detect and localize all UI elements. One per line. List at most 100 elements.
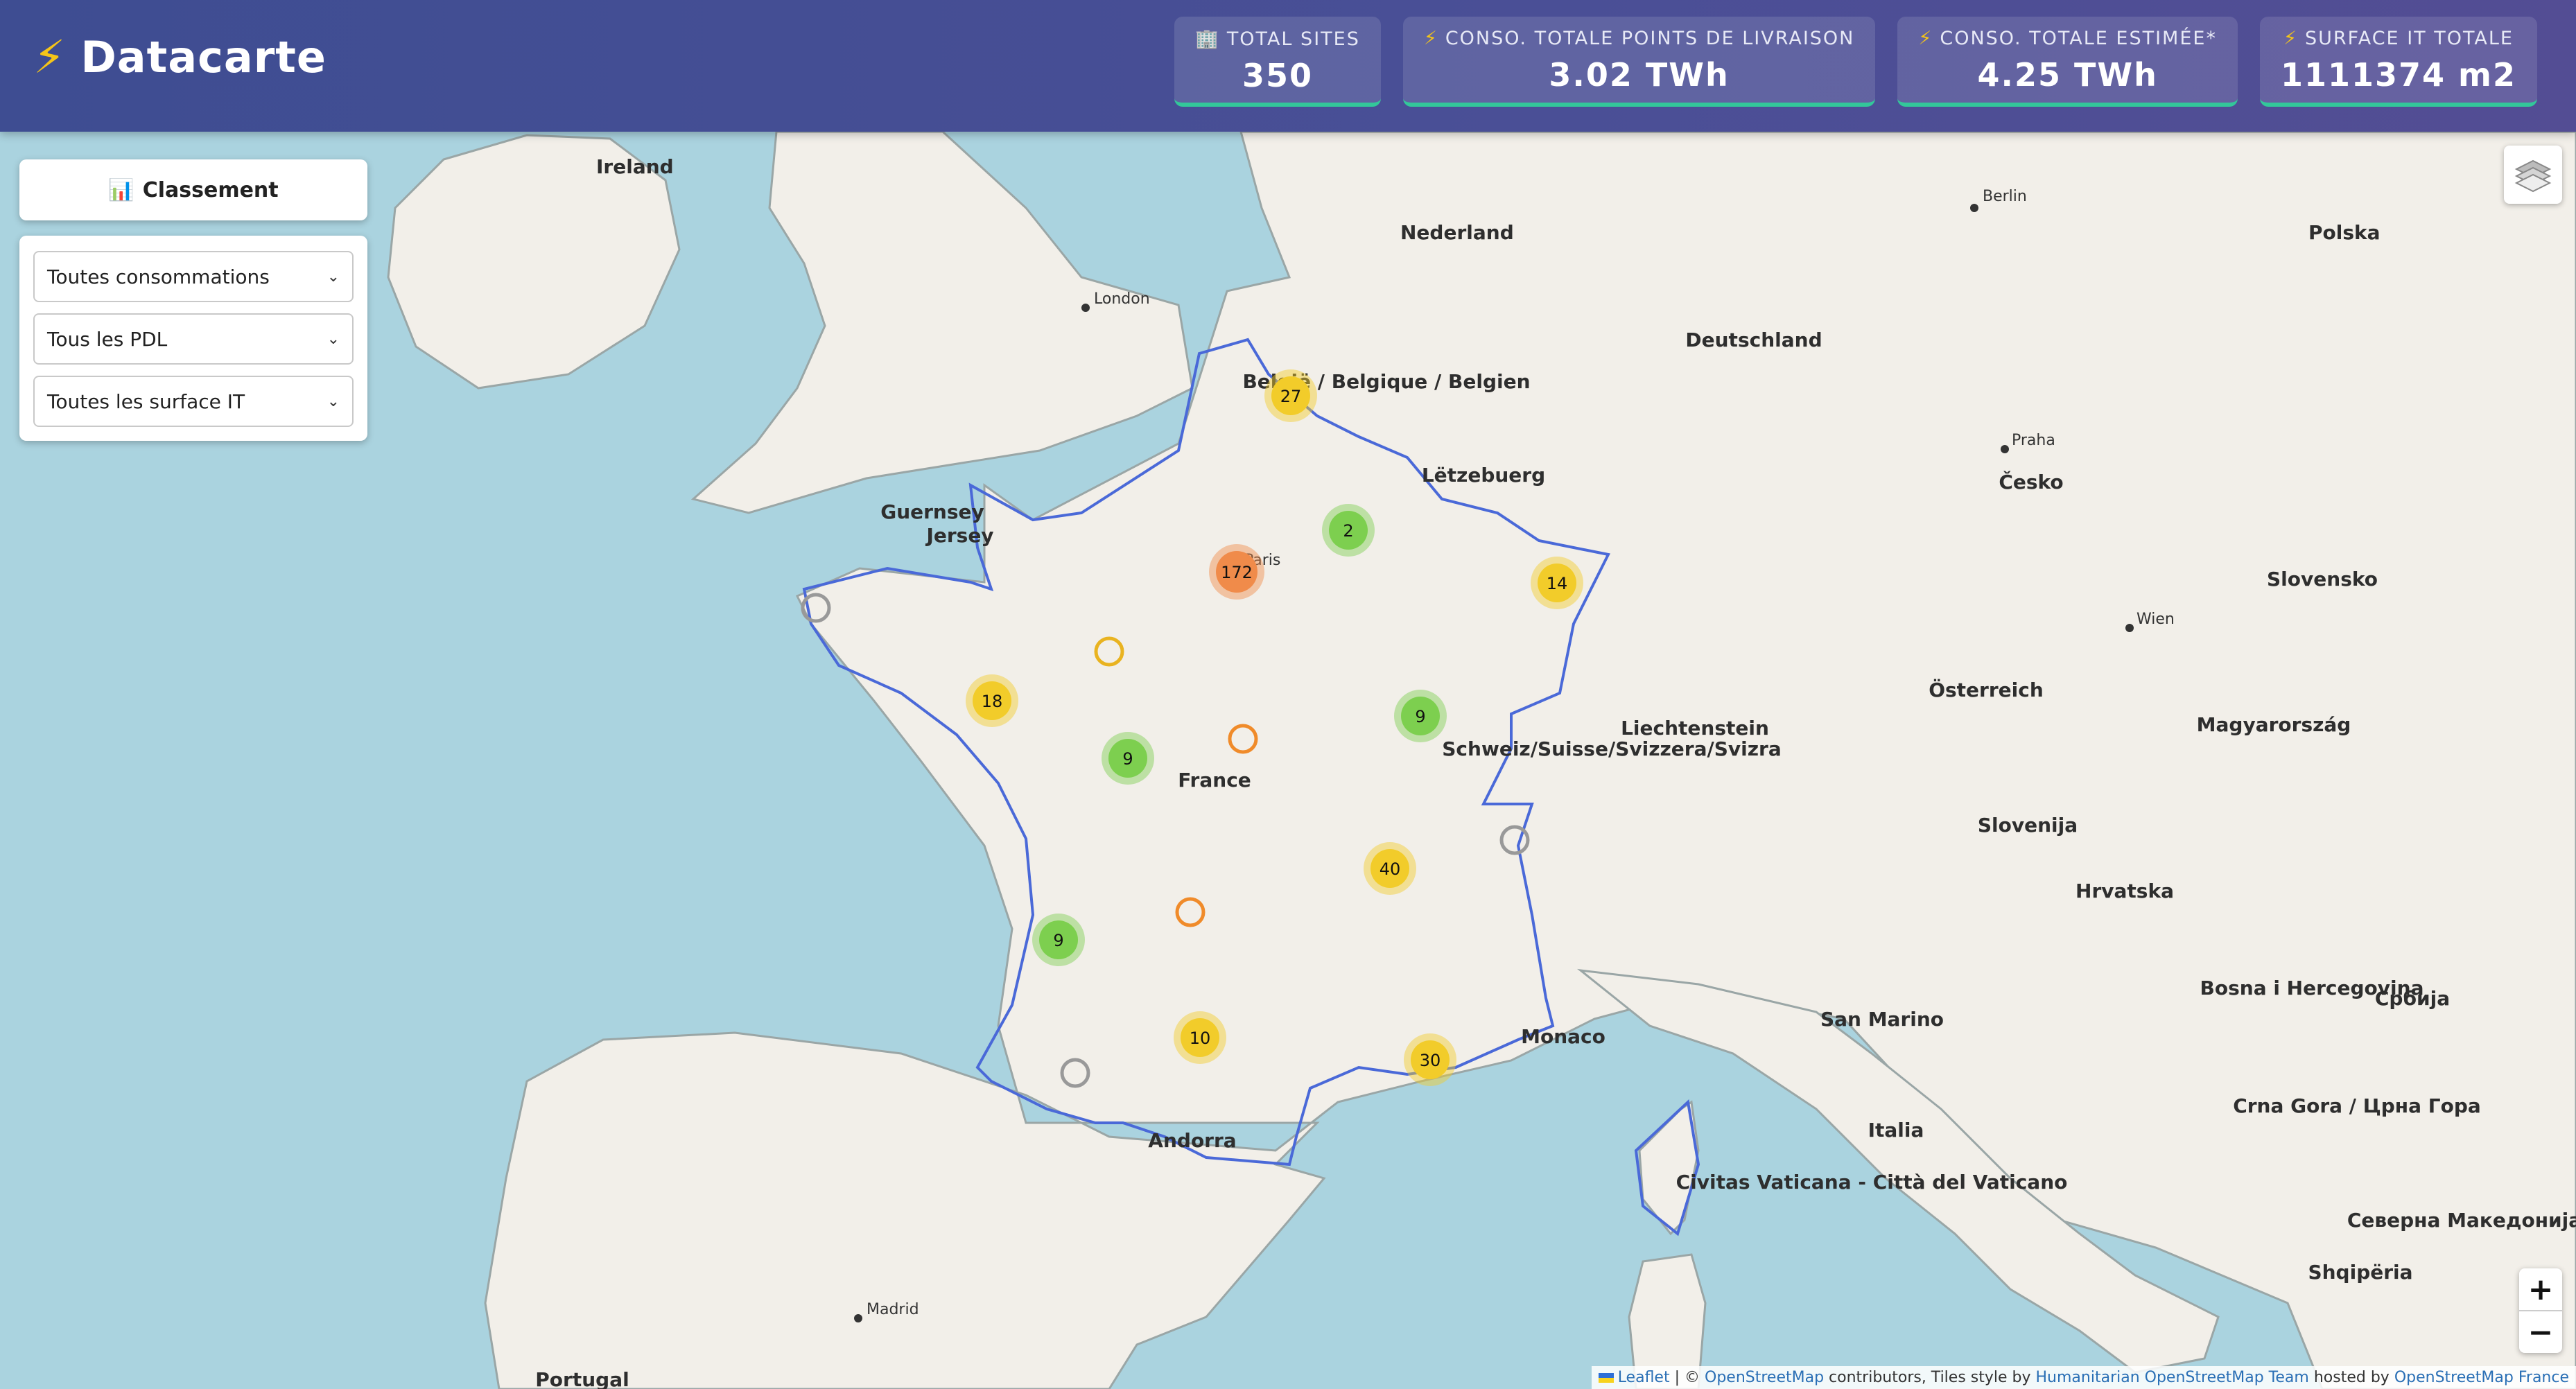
site-cluster[interactable]: 10 [1174, 1011, 1226, 1064]
site-cluster[interactable]: 9 [1394, 690, 1447, 742]
zoom-in-button[interactable]: + [2519, 1268, 2562, 1310]
label-nederland: Nederland [1400, 221, 1514, 244]
label-italia: Italia [1868, 1119, 1924, 1142]
label-schweiz: Schweiz/Suisse/Svizzera/Svizra [1442, 737, 1781, 760]
label-deutschland: Deutschland [1685, 329, 1822, 351]
label-liechtenstein: Liechtenstein [1621, 717, 1769, 740]
surface-it-filter-select[interactable]: Toutes les surface IT ⌄ [33, 376, 354, 427]
svg-text:27: 27 [1280, 387, 1302, 406]
svg-text:Praha: Praha [2012, 432, 2055, 449]
label-guernsey: Guernsey [880, 500, 984, 523]
label-letzebuerg: Lëtzebuerg [1422, 464, 1545, 487]
zoom-out-button[interactable]: − [2519, 1310, 2562, 1353]
chevron-down-icon: ⌄ [327, 268, 340, 286]
label-shqiperia: Shqipëria [2308, 1261, 2412, 1284]
svg-text:10: 10 [1190, 1029, 1211, 1048]
svg-text:London: London [1094, 290, 1150, 308]
label-polska: Polska [2308, 221, 2381, 244]
label-cesko: Česko [1999, 470, 2063, 493]
building-icon: 🏢 [1195, 28, 1220, 50]
layers-icon [2514, 159, 2552, 193]
layers-control[interactable] [2504, 146, 2562, 204]
leaflet-link[interactable]: Leaflet [1618, 1369, 1670, 1386]
osm-france-link[interactable]: OpenStreetMap France [2394, 1369, 2569, 1386]
svg-text:Madrid: Madrid [867, 1301, 919, 1318]
stat-value: 350 [1242, 57, 1314, 94]
stat-label: SURFACE IT TOTALE [2304, 28, 2514, 49]
chevron-down-icon: ⌄ [327, 392, 340, 410]
stat-value: 4.25 TWh [1977, 56, 2158, 94]
stat-surface-it: ⚡ SURFACE IT TOTALE 1111374 m2 [2259, 17, 2537, 107]
bolt-icon: ⚡ [1918, 28, 1933, 49]
stat-value: 3.02 TWh [1549, 56, 1730, 94]
bolt-icon: ⚡ [33, 30, 66, 84]
app-title: Datacarte [80, 32, 327, 82]
bolt-icon: ⚡ [1423, 28, 1438, 49]
site-cluster[interactable]: 30 [1404, 1033, 1456, 1086]
svg-text:40: 40 [1380, 859, 1401, 879]
label-slovenija: Slovenija [1978, 814, 2078, 837]
label-makedonija: Северна Македонија [2347, 1209, 2576, 1232]
label-andorra: Andorra [1148, 1129, 1236, 1152]
label-crna-gora: Crna Gora / Црна Гора [2233, 1094, 2481, 1117]
stat-label: CONSO. TOTALE POINTS DE LIVRAISON [1445, 28, 1855, 49]
select-value: Tous les PDL [47, 327, 168, 351]
stat-label: TOTAL SITES [1226, 28, 1360, 50]
site-cluster[interactable]: 9 [1102, 732, 1154, 785]
site-cluster[interactable]: 2 [1322, 504, 1375, 557]
svg-text:172: 172 [1221, 563, 1253, 582]
map-attribution: Leaflet | © OpenStreetMap contributors, … [1591, 1366, 2576, 1389]
site-cluster[interactable]: 9 [1032, 914, 1085, 966]
bar-chart-icon: 📊 [108, 177, 134, 202]
label-srbija: Србија [2375, 987, 2450, 1010]
hot-link[interactable]: Humanitarian OpenStreetMap Team [2036, 1369, 2309, 1386]
stat-conso-estimee: ⚡ CONSO. TOTALE ESTIMÉE* 4.25 TWh [1897, 17, 2238, 107]
stat-value: 1111374 m2 [2280, 56, 2516, 94]
svg-text:2: 2 [1343, 521, 1353, 541]
label-vaticano: Civitas Vaticana - Città del Vaticano [1676, 1171, 2068, 1194]
svg-text:9: 9 [1415, 707, 1425, 726]
label-magyarorszag: Magyarország [2197, 713, 2351, 736]
site-cluster[interactable]: 172 [1209, 544, 1264, 600]
ranking-label: Classement [142, 177, 279, 202]
svg-text:18: 18 [982, 692, 1003, 711]
zoom-control: + − [2519, 1268, 2562, 1353]
svg-text:Berlin: Berlin [1983, 188, 2027, 205]
map-canvas[interactable]: Ireland Nederland België / Belgique / Be… [0, 0, 2576, 1389]
svg-text:Wien: Wien [2136, 611, 2175, 628]
stat-label: CONSO. TOTALE ESTIMÉE* [1940, 28, 2217, 49]
select-value: Toutes les surface IT [47, 390, 245, 413]
site-cluster[interactable]: 27 [1264, 369, 1317, 422]
site-cluster[interactable]: 18 [966, 674, 1018, 727]
label-san-marino: San Marino [1820, 1008, 1944, 1031]
filters-panel: Toutes consommations ⌄ Tous les PDL ⌄ To… [19, 236, 367, 441]
ukraine-flag-icon [1598, 1373, 1614, 1383]
label-hrvatska: Hrvatska [2075, 880, 2174, 902]
label-ireland: Ireland [596, 155, 674, 178]
stat-conso-pdl: ⚡ CONSO. TOTALE POINTS DE LIVRAISON 3.02 … [1402, 17, 1876, 107]
svg-text:9: 9 [1122, 749, 1133, 769]
label-jersey: Jersey [925, 524, 993, 547]
brand[interactable]: ⚡ Datacarte [33, 32, 327, 82]
chevron-down-icon: ⌄ [327, 330, 340, 348]
ranking-button[interactable]: 📊 Classement [19, 159, 367, 220]
svg-text:9: 9 [1053, 931, 1063, 950]
svg-text:14: 14 [1547, 574, 1568, 593]
select-value: Toutes consommations [47, 265, 270, 288]
label-monaco: Monaco [1521, 1025, 1605, 1048]
app-header: ⚡ Datacarte 🏢 TOTAL SITES 350 ⚡ CONSO. TOT… [0, 0, 2576, 132]
stats-bar: 🏢 TOTAL SITES 350 ⚡ CONSO. TOTALE POINTS D… [1174, 17, 2537, 107]
pdl-filter-select[interactable]: Tous les PDL ⌄ [33, 313, 354, 365]
label-portugal: Portugal [535, 1368, 629, 1389]
label-france: France [1178, 769, 1251, 792]
consumption-filter-select[interactable]: Toutes consommations ⌄ [33, 251, 354, 302]
svg-text:30: 30 [1420, 1051, 1441, 1070]
label-osterreich: Österreich [1929, 678, 2044, 701]
stat-total-sites: 🏢 TOTAL SITES 350 [1174, 17, 1381, 107]
osm-link[interactable]: OpenStreetMap [1705, 1369, 1824, 1386]
datacarte-app: Ireland Nederland België / Belgique / Be… [0, 0, 2576, 1389]
site-cluster[interactable]: 40 [1364, 842, 1416, 895]
bolt-icon: ⚡ [2283, 28, 2298, 49]
site-cluster[interactable]: 14 [1531, 557, 1583, 609]
label-slovensko: Slovensko [2267, 568, 2378, 591]
